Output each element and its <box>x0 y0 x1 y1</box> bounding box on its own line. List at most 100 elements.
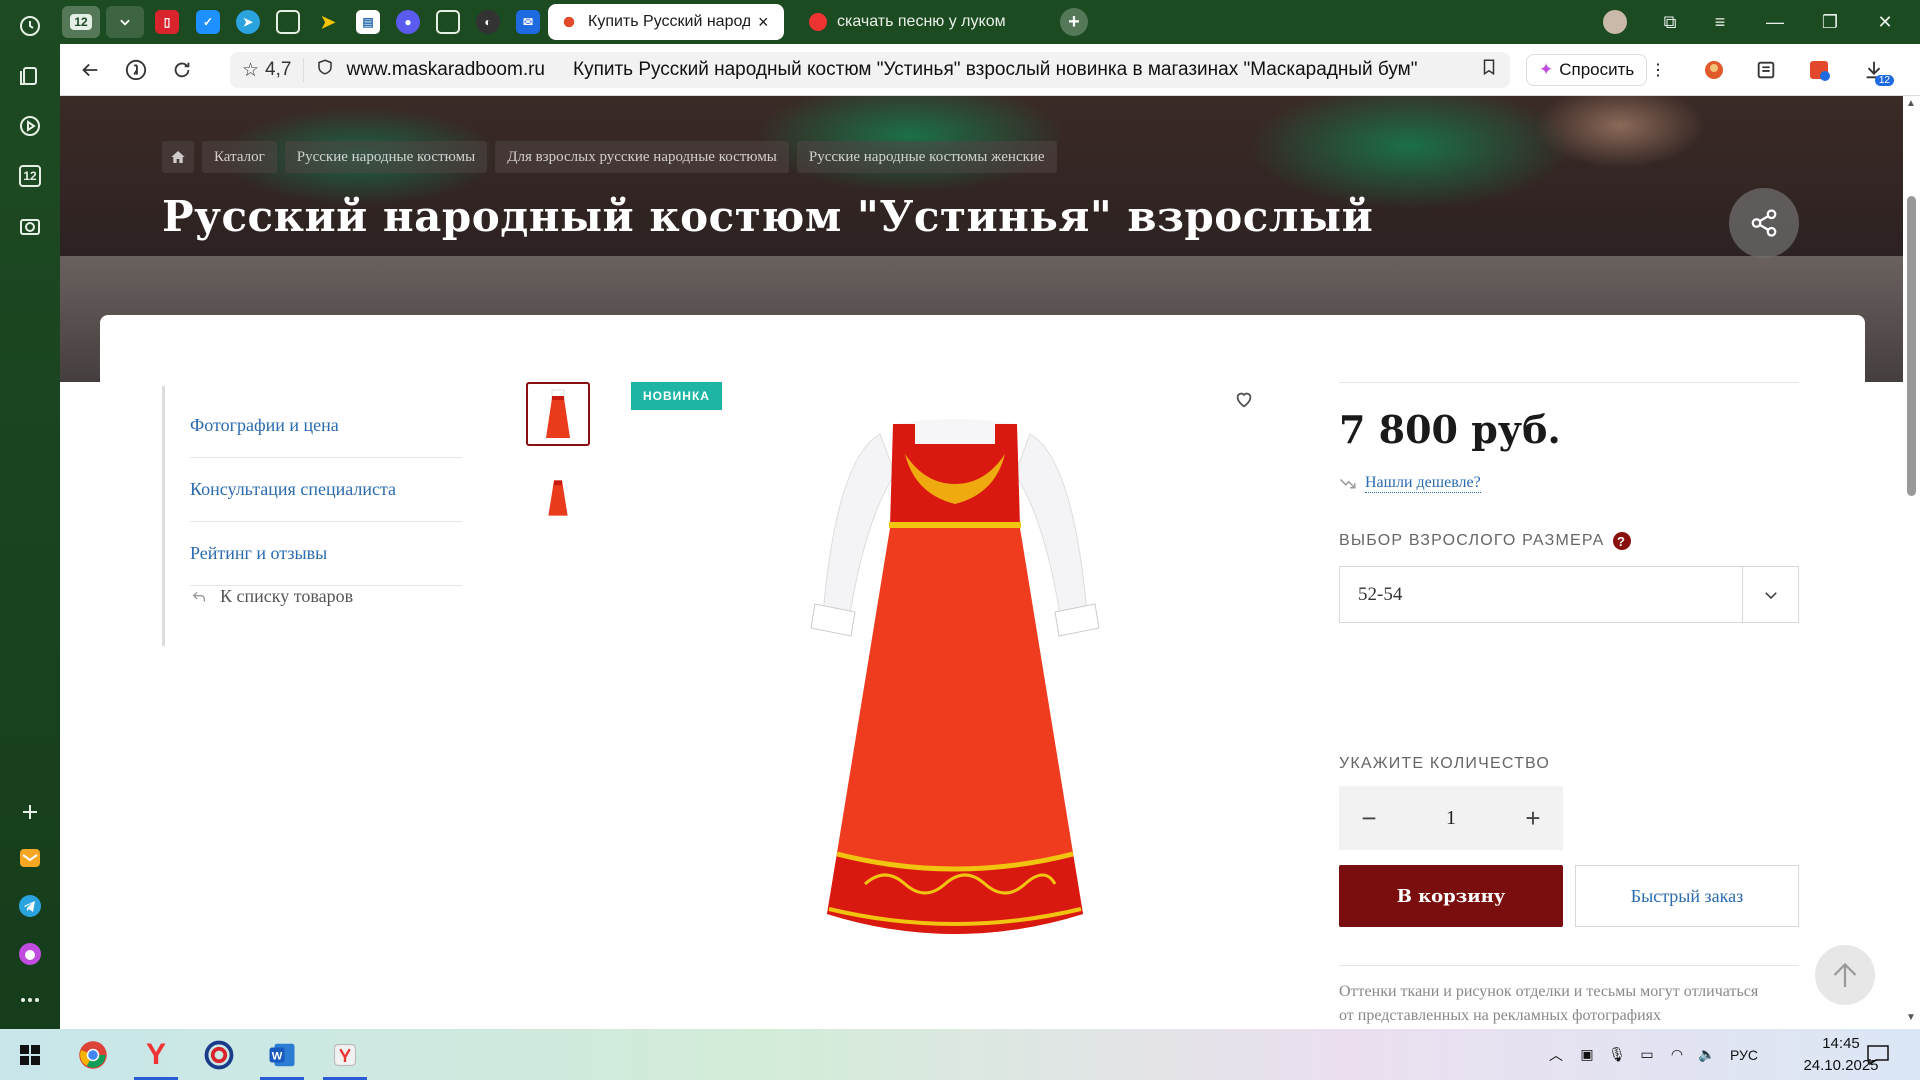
omnibox[interactable]: ☆ 4,7 www.maskaradboom.ru Купить Русский… <box>230 52 1510 88</box>
site-rating[interactable]: ☆ 4,7 <box>230 58 305 82</box>
pinned-tab-image-icon[interactable]: ▤ <box>356 10 380 34</box>
qty-label: УКАЖИТЕ КОЛИЧЕСТВО <box>1339 755 1550 773</box>
video-icon[interactable] <box>14 110 46 142</box>
yandex-favicon <box>809 13 827 31</box>
more-icon[interactable] <box>14 984 46 1016</box>
telegram-icon[interactable] <box>14 890 46 922</box>
tab-group-button[interactable]: 12 <box>62 6 100 38</box>
pinned-tab-book-icon[interactable]: ▯ <box>155 10 179 34</box>
yandex-browser-icon[interactable]: Y <box>126 1029 186 1080</box>
volume-icon[interactable]: 🔈 <box>1692 1046 1722 1063</box>
browser-sidebar: 12 <box>0 0 60 1029</box>
quick-order-button[interactable]: Быстрый заказ <box>1575 865 1799 927</box>
address-bar: ☆ 4,7 www.maskaradboom.ru Купить Русский… <box>60 44 1920 96</box>
trend-down-icon <box>1339 478 1356 488</box>
back-to-list-link[interactable]: К списку товаров <box>190 586 353 607</box>
screenshot-icon[interactable] <box>14 210 46 242</box>
found-cheaper-link[interactable]: Нашли дешевле? <box>1339 474 1481 493</box>
mail-app-icon[interactable] <box>14 842 46 874</box>
scroll-down-icon[interactable]: ▼ <box>1906 1012 1916 1023</box>
reading-list-icon[interactable] <box>1752 56 1780 84</box>
add-to-cart-button[interactable]: В корзину <box>1339 865 1563 927</box>
menu-photos-price[interactable]: Фотографии и цена <box>190 394 462 458</box>
bookmark-icon[interactable] <box>1480 57 1498 83</box>
close-icon[interactable]: × <box>758 12 769 33</box>
chevron-down-icon[interactable] <box>106 6 144 38</box>
pinned-tab-mail-icon[interactable]: ✉ <box>516 10 540 34</box>
new-tab-button[interactable]: + <box>1060 8 1088 36</box>
costume-favicon <box>560 13 578 31</box>
tabs-count-icon[interactable]: 12 <box>14 160 46 192</box>
ccleaner-icon[interactable] <box>189 1029 249 1080</box>
breadcrumb-women-costumes[interactable]: Русские народные костюмы женские <box>796 141 1057 173</box>
shield-icon[interactable] <box>316 58 334 82</box>
pinned-tab-audio-icon[interactable]: ◐ <box>476 10 500 34</box>
return-arrow-icon <box>192 591 205 602</box>
tab-inactive[interactable]: скачать песню у лукоморья <box>797 4 1017 40</box>
chrome-icon[interactable] <box>63 1029 123 1080</box>
thumbnail-2[interactable] <box>526 466 590 530</box>
found-cheaper-label: Нашли дешевле? <box>1365 474 1481 493</box>
language-indicator[interactable]: РУС <box>1722 1047 1766 1063</box>
breadcrumb-adult-costumes[interactable]: Для взрослых русские народные костюмы <box>495 141 789 173</box>
extension-puzzle-icon[interactable] <box>1805 56 1833 84</box>
menu-icon[interactable]: ≡ <box>1705 8 1735 36</box>
scroll-to-top-button[interactable] <box>1815 945 1875 1005</box>
scrollbar-thumb[interactable] <box>1907 196 1916 496</box>
yandex-logo-icon[interactable] <box>122 56 150 84</box>
extension-rocket-icon[interactable] <box>1700 56 1728 84</box>
microphone-icon[interactable]: 🎙 <box>1602 1046 1632 1063</box>
profile-avatar[interactable] <box>1600 8 1630 36</box>
alice-icon[interactable] <box>14 938 46 970</box>
reload-icon[interactable] <box>168 56 196 84</box>
favorite-heart-icon[interactable] <box>1233 388 1259 414</box>
product-image[interactable] <box>805 414 1105 974</box>
minimize-icon[interactable]: — <box>1760 8 1790 36</box>
share-button[interactable] <box>1729 188 1799 258</box>
tab-active[interactable]: Купить Русский народный костюм × <box>548 4 784 40</box>
pinned-tab-navigator-icon[interactable]: ➤ <box>316 10 340 34</box>
menu-dots-icon[interactable]: ⋮ <box>1644 56 1672 84</box>
help-icon[interactable]: ? <box>1612 532 1631 550</box>
page-scrollbar[interactable]: ▲ ▼ <box>1903 96 1920 1029</box>
notifications-icon[interactable] <box>1848 1029 1908 1080</box>
ask-alice-button[interactable]: ✦ Спросить <box>1526 54 1648 86</box>
wifi-icon[interactable]: ◠ <box>1662 1046 1692 1063</box>
breadcrumb-folk-costumes[interactable]: Русские народные костюмы <box>284 141 488 173</box>
window-close-icon[interactable]: ✕ <box>1870 8 1900 36</box>
chevron-down-icon[interactable] <box>1742 567 1798 622</box>
qty-plus-button[interactable]: + <box>1519 803 1547 833</box>
thumbnail-1[interactable] <box>526 382 590 446</box>
pinned-tab-chat-icon[interactable]: ✓ <box>196 10 220 34</box>
pinned-tab-telegram-icon[interactable]: ➤ <box>236 10 260 34</box>
pinned-tab-file-icon[interactable] <box>436 10 460 34</box>
history-icon[interactable] <box>14 10 46 42</box>
pinned-tab-messenger-icon[interactable]: ● <box>396 10 420 34</box>
size-select[interactable]: 52-54 <box>1339 566 1799 623</box>
collections-icon[interactable] <box>14 60 46 92</box>
downloads-icon[interactable]: 12 <box>1860 56 1894 86</box>
device-icon[interactable]: ▣ <box>1572 1046 1602 1063</box>
page-viewport: Каталог Русские народные костюмы Для взр… <box>60 96 1903 1029</box>
breadcrumb-catalog[interactable]: Каталог <box>202 141 277 173</box>
qty-label-text: УКАЖИТЕ КОЛИЧЕСТВО <box>1339 755 1551 772</box>
menu-consultation[interactable]: Консультация специалиста <box>190 458 462 522</box>
add-panel-icon[interactable] <box>14 796 46 828</box>
word-icon[interactable]: W <box>252 1029 312 1080</box>
windows-start-icon[interactable] <box>0 1029 60 1080</box>
home-icon[interactable] <box>162 141 194 173</box>
back-arrow-icon[interactable] <box>76 56 104 84</box>
menu-rating-reviews[interactable]: Рейтинг и отзывы <box>190 522 462 586</box>
restore-icon[interactable]: ❐ <box>1815 8 1845 36</box>
qty-value[interactable]: 1 <box>1446 807 1456 830</box>
pinned-tab-document-icon[interactable] <box>276 10 300 34</box>
scroll-up-icon[interactable]: ▲ <box>1906 98 1916 109</box>
chevron-up-icon[interactable]: ︿ <box>1540 1045 1572 1065</box>
qty-minus-button[interactable]: − <box>1355 803 1383 833</box>
back-to-list-label: К списку товаров <box>220 586 354 606</box>
bookmarks-panel-icon[interactable]: ⧉ <box>1655 8 1685 36</box>
yandex-disk-icon[interactable] <box>315 1029 375 1080</box>
tabs-count-label: 12 <box>19 165 41 187</box>
battery-icon[interactable]: ▭ <box>1632 1046 1662 1063</box>
star-icon: ☆ <box>242 59 260 81</box>
